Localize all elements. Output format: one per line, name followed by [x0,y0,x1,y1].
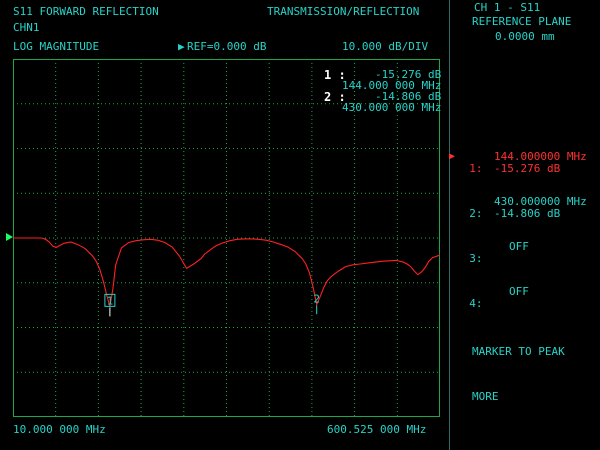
softkey-marker-4-state: OFF [509,285,529,298]
side-panel-title: REFERENCE PLANE [472,15,572,28]
scale-per-division: 10.000 dB/DIV [342,40,429,53]
channel-label: CHN1 [13,21,40,34]
stop-frequency: 600.525 000 MHz [327,423,427,436]
softkey-marker-1-label: 1: [469,162,483,175]
panel-divider [449,0,450,450]
ref-arrow-icon: ▶ [178,40,185,53]
softkey-marker-2-label: 2: [469,207,483,220]
format-label: LOG MAGNITUDE [13,40,100,53]
mode-title: TRANSMISSION/REFLECTION [267,5,420,18]
s11-trace [13,237,440,307]
softkey-marker-2-value: -14.806 dB [494,207,561,220]
measurement-title: S11 FORWARD REFLECTION [13,5,159,18]
softkey-marker-4-label: 4: [469,297,483,310]
softkey-marker-1-value: -15.276 dB [494,162,561,175]
softkey-marker-to-peak[interactable]: MARKER TO PEAK [472,346,600,358]
softkey-marker-2[interactable]: 2: 430.000000 MHz -14.806 dB [456,196,596,244]
softkey-marker-3-state: OFF [509,240,529,253]
softkey-marker-3[interactable]: 3: OFF [456,241,596,277]
trace-marker-2[interactable]: 2 [313,292,320,315]
reference-level: REF=0.000 dB [187,40,267,53]
softkey-marker-4[interactable]: 4: OFF [456,286,596,322]
reference-plane-value: 0.0000 mm [495,30,555,43]
marker-readout-2-freq: 430.000 000 MHz [342,101,442,114]
reference-position-icon [6,233,13,241]
trace-marker-1[interactable]: 1 [104,293,116,317]
trace-marker-label: 2 [313,292,320,305]
side-panel-channel: CH 1 - S11 [474,1,541,14]
softkey-marker-1[interactable]: 1: 144.000000 MHz -15.276 dB [456,151,596,199]
start-frequency: 10.000 000 MHz [13,423,106,436]
active-softkey-arrow-icon: ▶ [449,151,456,162]
trace-markers: 12 [104,292,320,317]
softkey-marker-3-label: 3: [469,252,483,265]
trace-marker-label: 1 [107,294,114,307]
softkey-more[interactable]: MORE [472,391,600,403]
